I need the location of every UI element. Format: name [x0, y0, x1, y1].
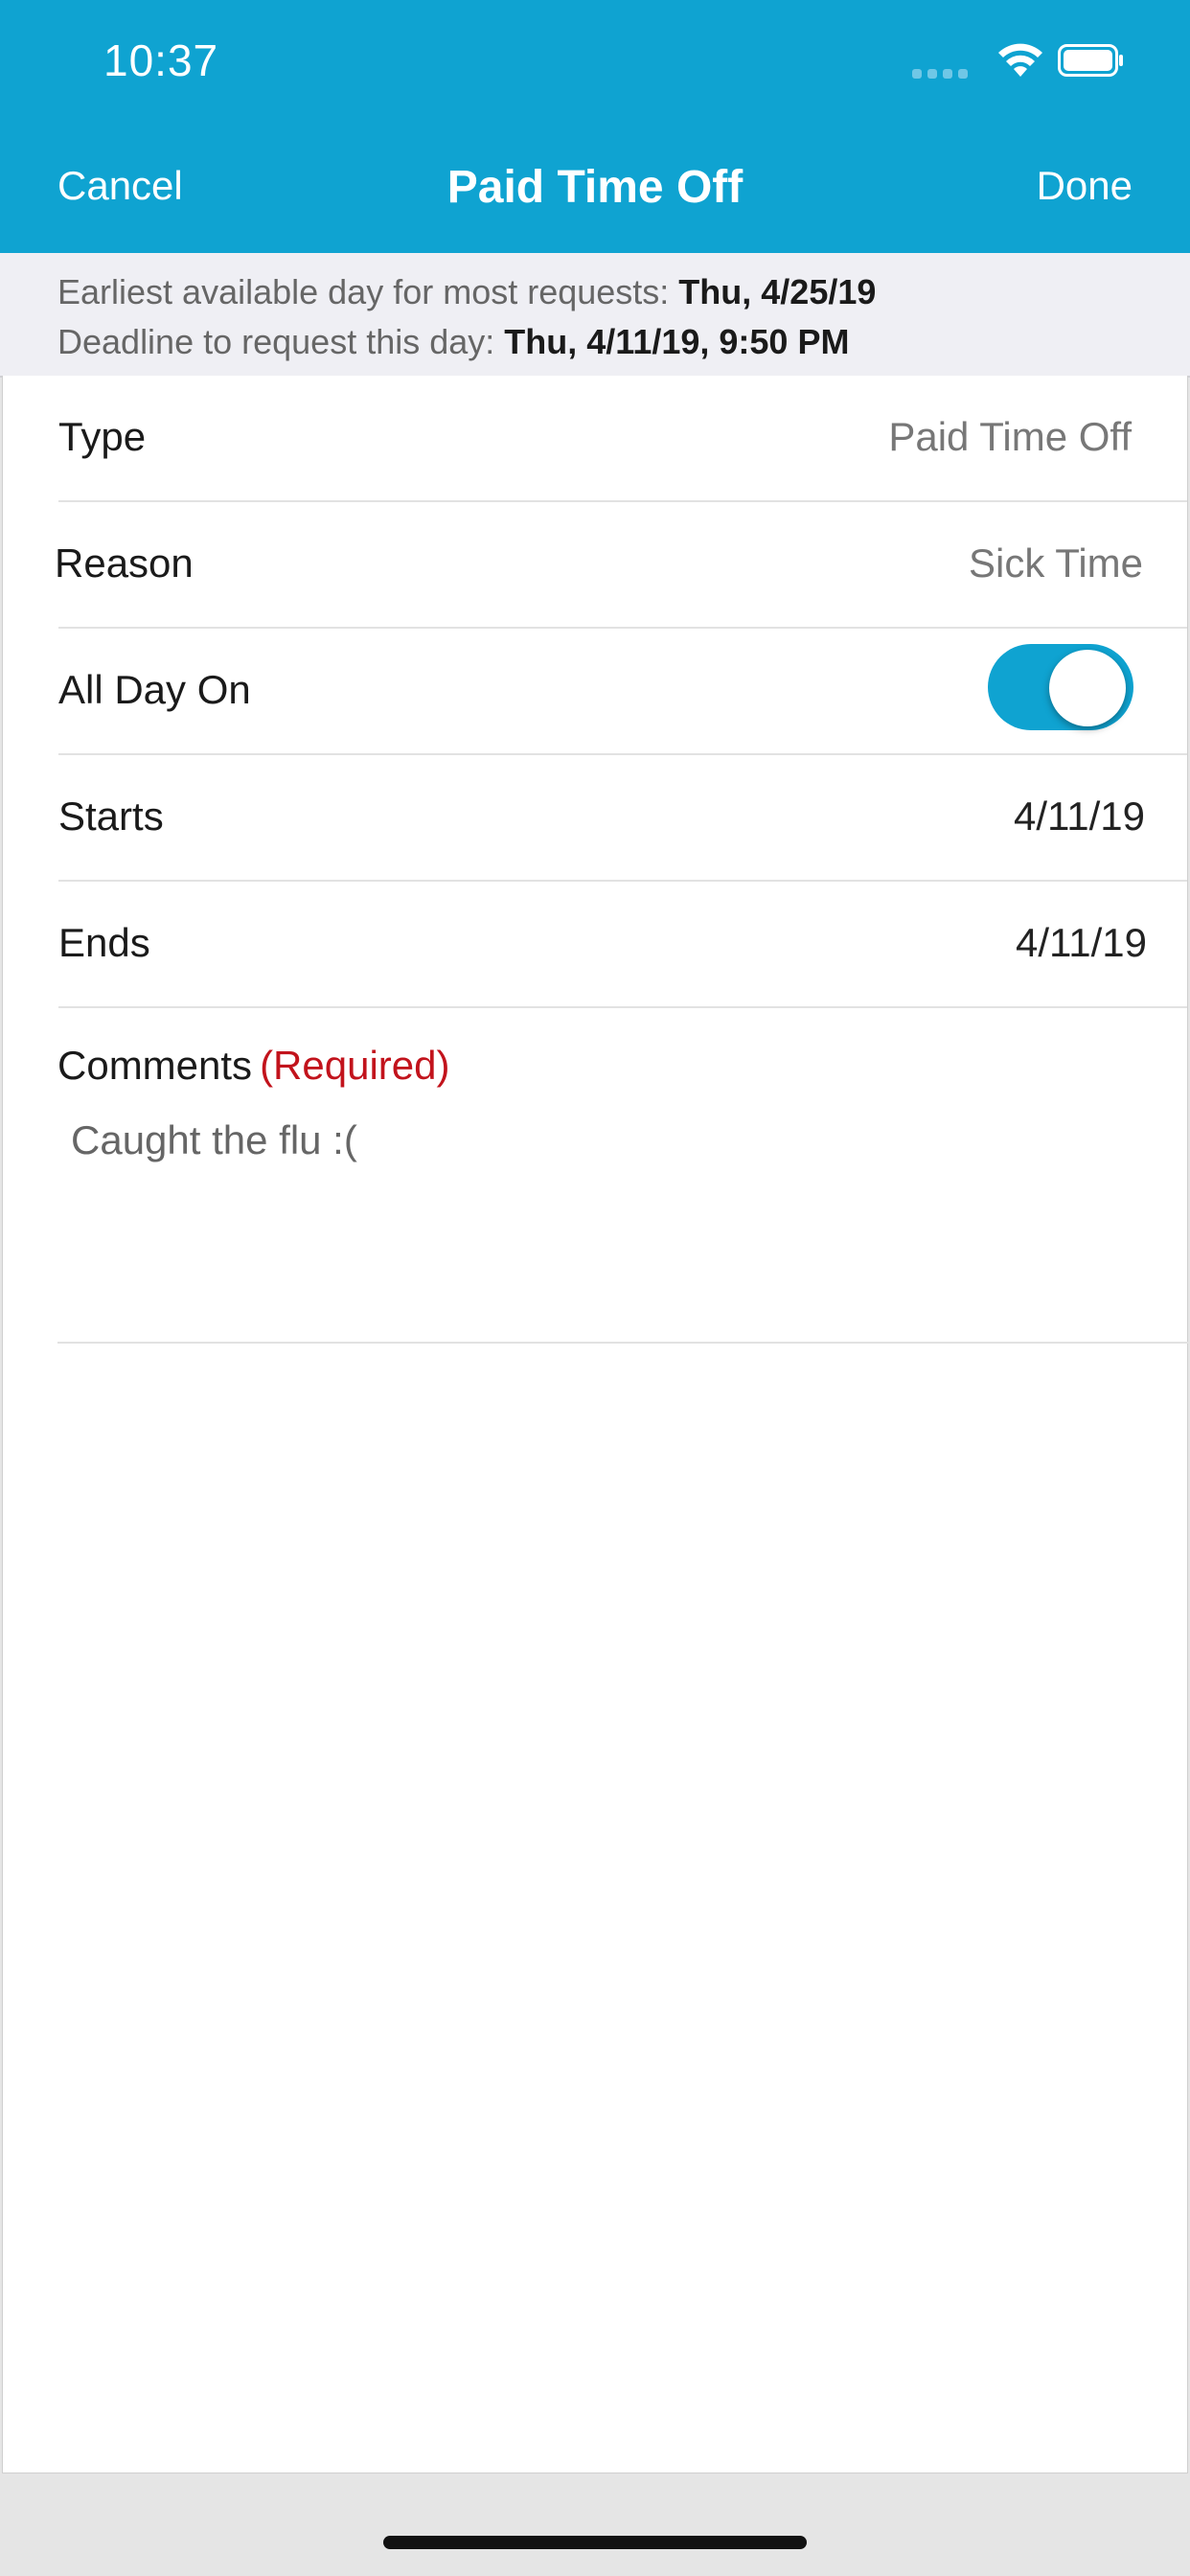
type-label: Type [58, 414, 147, 459]
done-button[interactable]: Done [1037, 163, 1133, 209]
comments-label: Comments [57, 1043, 253, 1088]
status-icons [912, 38, 1133, 86]
starts-row[interactable]: Starts 4/11/19 [58, 755, 1187, 882]
type-value: Paid Time Off [888, 414, 1132, 459]
header-bar: 10:37 Cancel Paid Time Off Done [0, 0, 1190, 253]
reason-row[interactable]: Reason Sick Time [55, 502, 1187, 629]
starts-value: 4/11/19 [1013, 794, 1145, 839]
earliest-available-line: Earliest available day for most requests… [57, 272, 876, 312]
battery-icon [1058, 44, 1123, 77]
status-time: 10:37 [103, 35, 219, 85]
wifi-icon [998, 43, 1042, 77]
ends-label: Ends [58, 920, 150, 965]
reason-value: Sick Time [968, 540, 1143, 586]
divider [57, 1342, 1188, 1344]
request-form: Type Paid Time Off Reason Sick Time All … [2, 376, 1188, 2473]
ends-row[interactable]: Ends 4/11/19 [58, 882, 1187, 1008]
comments-field[interactable]: Caught the flu :( [71, 1117, 357, 1163]
home-indicator[interactable] [383, 2536, 807, 2549]
all-day-toggle[interactable] [988, 640, 1137, 732]
toggle-knob [1049, 650, 1126, 726]
deadline-value: Thu, 4/11/19, 9:50 PM [504, 322, 850, 361]
signal-icon [912, 69, 970, 79]
page-title: Paid Time Off [446, 162, 744, 213]
reason-label: Reason [55, 540, 194, 586]
deadline-line: Deadline to request this day: Thu, 4/11/1… [57, 322, 849, 362]
type-row[interactable]: Type Paid Time Off [58, 376, 1187, 502]
availability-info: Earliest available day for most requests… [0, 253, 1190, 378]
required-indicator: (Required) [260, 1043, 450, 1088]
ends-value: 4/11/19 [1015, 920, 1147, 965]
earliest-label: Earliest available day for most requests… [57, 272, 670, 311]
all-day-label: All Day On [58, 667, 251, 712]
deadline-label: Deadline to request this day: [57, 322, 495, 361]
earliest-value: Thu, 4/25/19 [678, 272, 877, 311]
starts-label: Starts [58, 794, 164, 839]
comments-heading: Comments (Required) [57, 1043, 449, 1089]
